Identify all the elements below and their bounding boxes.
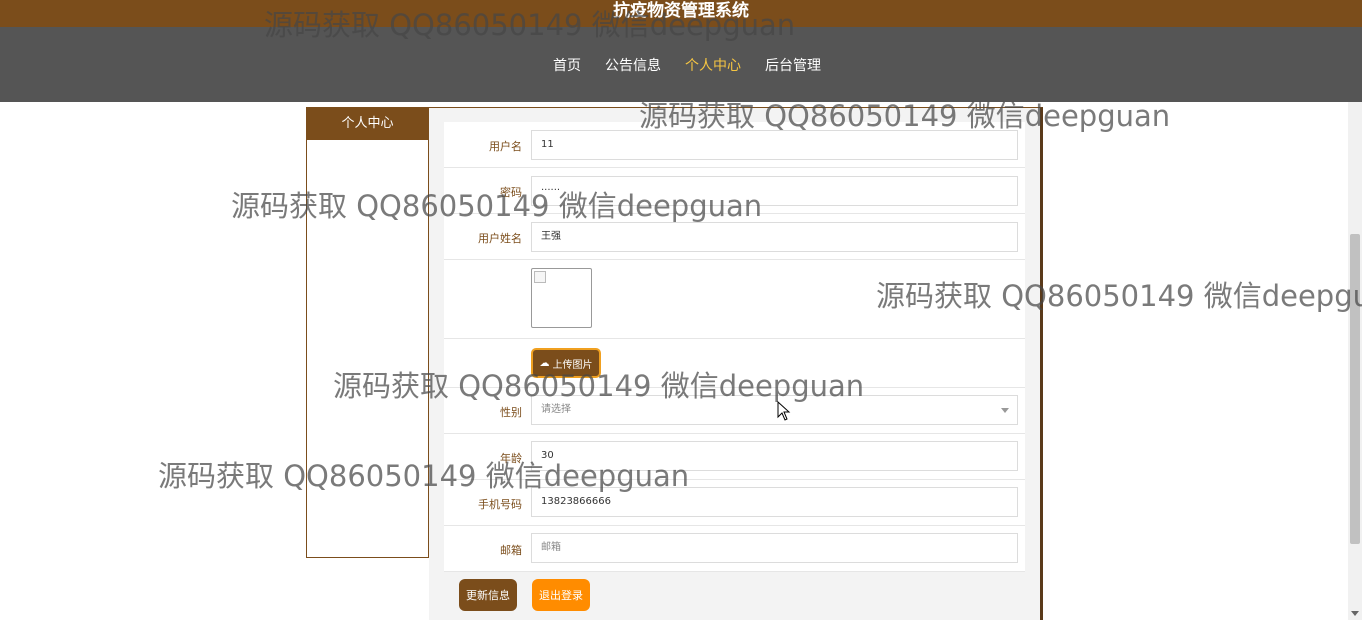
email-input[interactable]: 邮箱: [531, 533, 1018, 563]
sidebar: 个人中心: [306, 107, 429, 558]
site-title: 抗疫物资管理系统: [613, 1, 749, 21]
nav-list: 首页 公告信息 个人中心 后台管理: [0, 27, 1362, 102]
broken-image-icon: [534, 271, 546, 283]
form-row-password: 密码 ······: [444, 168, 1025, 214]
update-info-button[interactable]: 更新信息: [459, 579, 517, 611]
sidebar-item-personal-center[interactable]: 个人中心: [307, 108, 428, 140]
logout-button[interactable]: 退出登录: [532, 579, 590, 611]
scroll-down-arrow-icon[interactable]: [1351, 611, 1359, 616]
upload-image-button[interactable]: ☁ 上传图片: [531, 348, 601, 378]
form-row-avatar: [444, 260, 1025, 339]
scrollbar[interactable]: [1348, 102, 1362, 620]
form-row-upload: ☁ 上传图片: [444, 339, 1025, 388]
password-input[interactable]: ······: [531, 176, 1018, 206]
form-row-gender: 性别 请选择: [444, 388, 1025, 434]
nav-item-home[interactable]: 首页: [553, 55, 581, 75]
form-row-email: 邮箱 邮箱: [444, 526, 1025, 572]
username-label: 用户名: [489, 140, 522, 153]
upload-button-label: 上传图片: [552, 359, 593, 371]
password-label: 密码: [500, 186, 522, 199]
username-input[interactable]: 11: [531, 130, 1018, 160]
phone-label: 手机号码: [478, 498, 522, 511]
chevron-down-icon: [1001, 408, 1009, 413]
age-label: 年龄: [500, 452, 522, 465]
avatar: [531, 268, 592, 328]
form-row-realname: 用户姓名 王强: [444, 214, 1025, 260]
nav-item-announcements[interactable]: 公告信息: [605, 55, 661, 75]
nav-item-admin[interactable]: 后台管理: [765, 55, 821, 75]
form-row-age: 年龄 30: [444, 434, 1025, 480]
email-label: 邮箱: [500, 544, 522, 557]
nav-item-personal-center[interactable]: 个人中心: [685, 55, 741, 75]
realname-label: 用户姓名: [478, 232, 522, 245]
gender-label: 性别: [500, 406, 522, 419]
gender-select-value: 请选择: [541, 404, 571, 415]
scrollbar-thumb[interactable]: [1350, 234, 1360, 544]
form-row-phone: 手机号码 13823866666: [444, 480, 1025, 526]
phone-input[interactable]: 13823866666: [531, 487, 1018, 517]
profile-form: 用户名 11 密码 ······ 用户姓名 王强 ☁ 上传图片 性别 请选择 年…: [444, 122, 1025, 572]
age-input[interactable]: 30: [531, 441, 1018, 471]
gender-select[interactable]: 请选择: [531, 395, 1018, 425]
realname-input[interactable]: 王强: [531, 222, 1018, 252]
form-row-username: 用户名 11: [444, 122, 1025, 168]
cloud-upload-icon: ☁: [539, 357, 550, 369]
